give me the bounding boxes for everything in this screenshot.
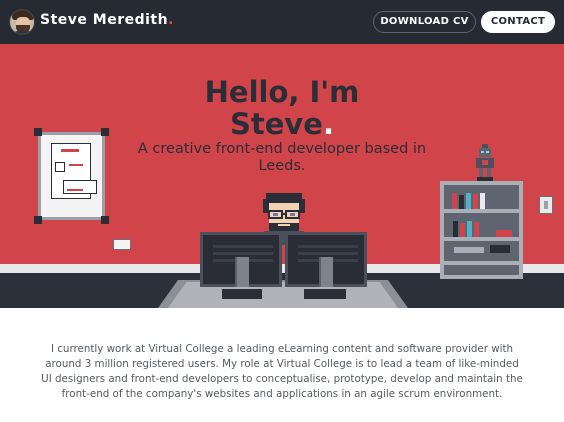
book xyxy=(452,193,457,209)
whiteboard-corner xyxy=(101,128,109,136)
shelf-board xyxy=(444,261,519,265)
book xyxy=(460,223,465,237)
avatar[interactable] xyxy=(9,9,35,35)
monitor-vent xyxy=(298,245,358,248)
book xyxy=(453,221,458,237)
brand-dot: . xyxy=(168,12,174,28)
wireframe-red-line xyxy=(67,189,83,191)
site-header: Steve Meredith. DOWNLOAD CV CONTACT xyxy=(0,0,564,44)
light-switch-icon xyxy=(539,196,553,214)
book-stack xyxy=(496,230,512,237)
contact-button[interactable]: CONTACT xyxy=(481,11,555,33)
hero-title: Hello, I'm Steve. xyxy=(0,76,564,140)
hero-subtitle: A creative front-end developer based in … xyxy=(137,141,427,174)
intro-paragraph: I currently work at Virtual College a le… xyxy=(41,343,523,400)
book-stack xyxy=(454,247,484,253)
monitor-foot xyxy=(222,289,262,299)
whiteboard-illustration xyxy=(38,132,105,220)
whiteboard-corner xyxy=(34,216,42,224)
monitor-foot xyxy=(304,289,346,299)
wireframe-box xyxy=(55,162,65,172)
monitor-vent xyxy=(213,245,273,248)
monitor-stand xyxy=(235,257,249,287)
shelf-board xyxy=(444,209,519,213)
hero-section: Hello, I'm Steve. A creative front-end d… xyxy=(0,44,564,308)
robot-toy-icon xyxy=(476,144,494,181)
wireframe-red-line xyxy=(61,149,79,152)
wireframe-panel xyxy=(63,180,97,194)
book xyxy=(459,195,464,209)
book xyxy=(466,193,471,209)
brand-name-text: Steve Meredith xyxy=(40,12,169,28)
hero-title-dot: . xyxy=(322,107,335,141)
monitor-vent xyxy=(213,252,273,255)
wireframe-red-line xyxy=(69,164,83,166)
download-cv-button[interactable]: DOWNLOAD CV xyxy=(373,11,476,33)
bookshelf-illustration xyxy=(440,181,523,279)
hero-title-line1: Hello, I'm xyxy=(204,75,360,109)
whiteboard-corner xyxy=(34,128,42,136)
book xyxy=(474,222,479,237)
monitor-vent xyxy=(298,252,358,255)
book xyxy=(480,193,485,209)
hero-title-name: Steve xyxy=(229,107,323,141)
shelf-board xyxy=(444,237,519,241)
monitor-stand xyxy=(319,257,333,287)
socket-icon xyxy=(113,239,131,250)
book xyxy=(473,194,478,209)
brand-name[interactable]: Steve Meredith. xyxy=(40,12,174,28)
whiteboard-corner xyxy=(101,216,109,224)
book-stack xyxy=(490,245,510,253)
book xyxy=(467,221,472,237)
